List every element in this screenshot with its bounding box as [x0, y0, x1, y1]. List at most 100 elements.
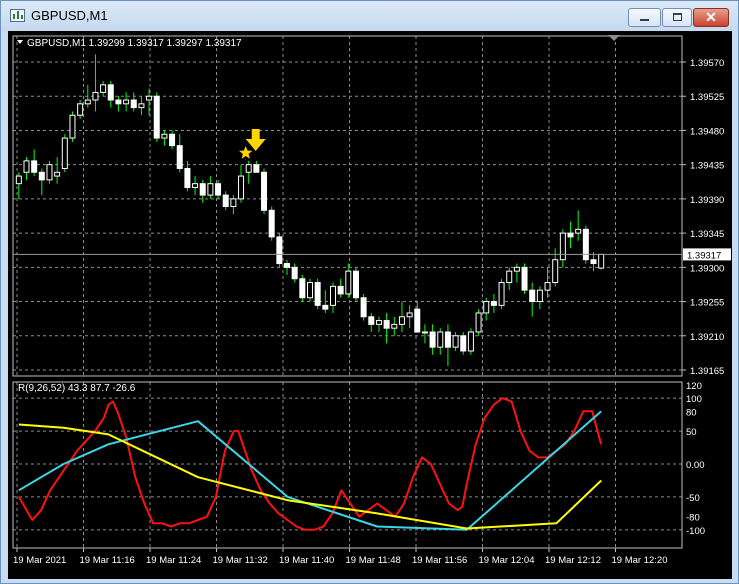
- candle-body: [115, 99, 122, 105]
- candle: [375, 316, 382, 332]
- signal-arrow: [245, 129, 266, 151]
- candle-body: [529, 289, 536, 303]
- candle: [582, 225, 589, 264]
- candle-body: [590, 259, 597, 265]
- maximize-icon: [673, 13, 682, 21]
- price-tick-label: 1.39345: [690, 229, 724, 240]
- candle: [506, 267, 513, 291]
- price-tick-label: 1.39525: [690, 92, 724, 103]
- price-tick-label: 1.39300: [690, 263, 724, 274]
- candle-body: [38, 171, 45, 181]
- candle-body: [138, 103, 145, 109]
- candle: [437, 328, 444, 355]
- candle: [77, 100, 84, 120]
- candle-body: [23, 160, 30, 173]
- candle: [161, 130, 168, 146]
- candle: [559, 229, 566, 268]
- candle-body: [61, 137, 68, 169]
- candle: [529, 282, 536, 317]
- candle-body: [345, 270, 352, 295]
- indicator-tick-label: -100: [686, 526, 705, 537]
- candle: [498, 278, 505, 310]
- candle-body: [467, 331, 474, 352]
- candle: [268, 206, 275, 241]
- time-tick-label: 19 Mar 11:32: [213, 555, 268, 566]
- candle-body: [322, 304, 329, 310]
- candle: [192, 176, 199, 196]
- candle-body: [207, 183, 214, 196]
- candle: [38, 168, 45, 196]
- candle: [146, 88, 153, 116]
- candle: [406, 305, 413, 329]
- candle-body: [352, 270, 359, 299]
- window-title: GBPUSD,M1: [31, 8, 108, 23]
- candle: [138, 96, 145, 116]
- indicator-pane-frame: [12, 381, 683, 549]
- candle: [207, 176, 214, 199]
- candle-body: [398, 316, 405, 325]
- candle: [391, 316, 398, 336]
- candle-body: [107, 84, 114, 101]
- time-tick-label: 19 Mar 12:04: [479, 555, 535, 566]
- candle: [452, 331, 459, 351]
- terminal-window: GBPUSD,M1 ✕ GBPUSD,M1 1.39299 1.39317 1.…: [0, 0, 739, 584]
- candle-body: [437, 331, 444, 348]
- candles: [15, 54, 605, 367]
- candle-body: [153, 95, 160, 139]
- candle: [153, 92, 160, 142]
- candle: [169, 130, 176, 150]
- candle: [429, 324, 436, 355]
- time-tick-label: 19 Mar 11:16: [80, 555, 135, 566]
- candle: [483, 297, 490, 321]
- candle: [92, 54, 99, 112]
- price-tick-label: 1.39210: [690, 332, 724, 343]
- candle-body: [498, 282, 505, 306]
- minimize-button[interactable]: [628, 8, 661, 27]
- candle: [314, 278, 321, 310]
- candle: [230, 195, 237, 215]
- indicator-tick-label: 120: [686, 381, 702, 392]
- candle-body: [559, 232, 566, 261]
- price-chart[interactable]: GBPUSD,M1 1.39299 1.39317 1.39297 1.3931…: [8, 31, 732, 579]
- candle-body: [552, 259, 559, 284]
- candle: [513, 263, 520, 283]
- candle: [536, 286, 543, 310]
- time-tick-label: 19 Mar 12:20: [612, 555, 668, 566]
- candle-body: [84, 99, 91, 105]
- candle-body: [506, 270, 513, 284]
- candle: [307, 278, 313, 302]
- candle-body: [184, 167, 191, 188]
- candle: [398, 301, 405, 332]
- candle: [54, 157, 61, 184]
- candle-body: [192, 183, 199, 188]
- candle-body: [421, 331, 428, 334]
- indicator-tick-label: 80: [686, 407, 697, 418]
- candle-body: [513, 266, 520, 272]
- price-tick-label: 1.39435: [690, 161, 724, 172]
- candle-body: [429, 331, 436, 348]
- candle: [490, 293, 497, 313]
- candle: [383, 312, 390, 344]
- candle-body: [46, 164, 53, 181]
- candle: [421, 324, 428, 344]
- candle-body: [253, 164, 260, 173]
- close-icon: ✕: [705, 9, 717, 25]
- candle-body: [169, 133, 176, 147]
- candle: [590, 252, 597, 272]
- close-button[interactable]: ✕: [693, 8, 729, 27]
- candle-body: [521, 266, 528, 291]
- candle-body: [261, 171, 268, 211]
- candle: [352, 267, 359, 302]
- indicator-slow-line: [18, 423, 602, 530]
- candle-body: [598, 253, 605, 269]
- candle-body: [284, 263, 291, 268]
- chart-canvas[interactable]: GBPUSD,M1 1.39299 1.39317 1.39297 1.3931…: [8, 31, 732, 579]
- maximize-button[interactable]: [662, 8, 692, 27]
- candle: [567, 221, 574, 249]
- candle-body: [69, 114, 76, 139]
- title-bar[interactable]: GBPUSD,M1 ✕: [1, 1, 738, 31]
- candle-body: [100, 84, 107, 93]
- candle: [521, 263, 528, 294]
- candle: [368, 312, 375, 332]
- star-marker: [239, 146, 253, 159]
